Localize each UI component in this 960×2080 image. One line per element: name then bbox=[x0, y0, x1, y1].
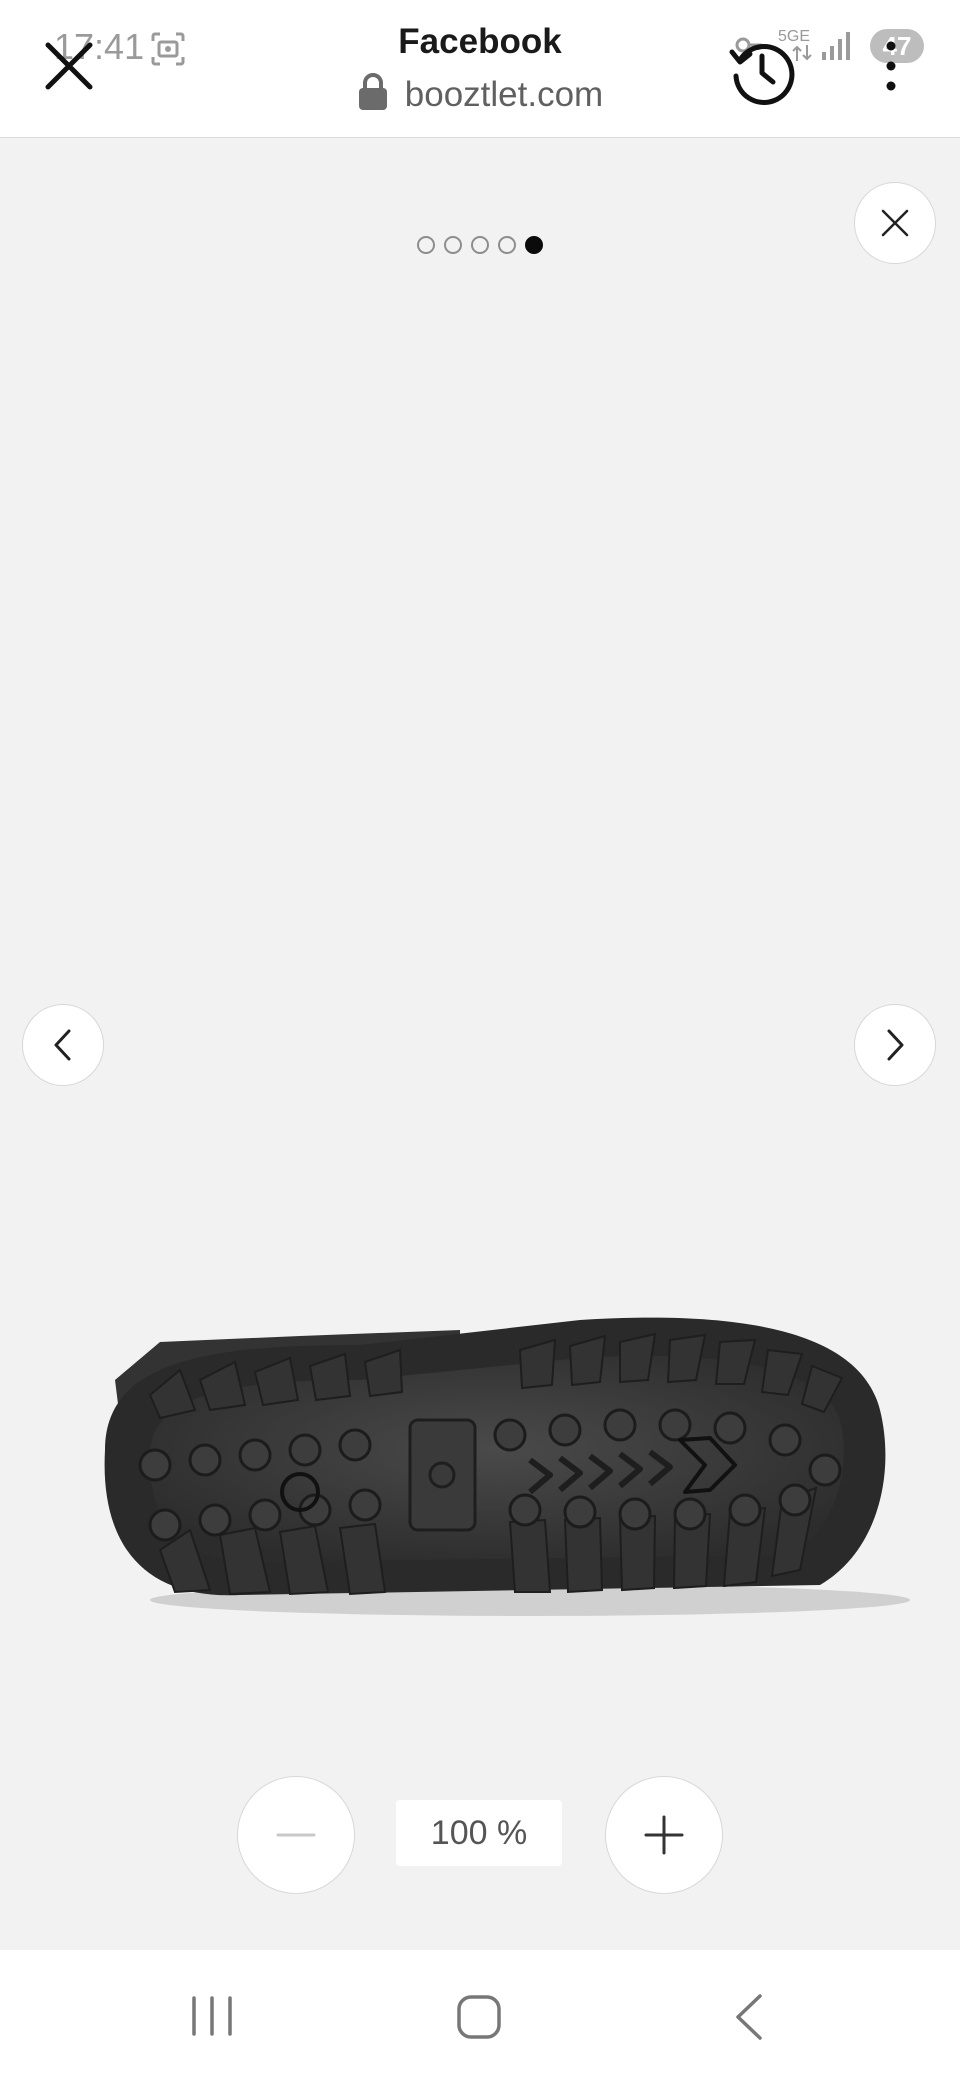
system-navigation-bar bbox=[0, 1950, 960, 2080]
home-icon[interactable] bbox=[456, 1994, 502, 2040]
url-bar[interactable]: booztlet.com bbox=[0, 72, 960, 115]
zoom-level-display: 100 % bbox=[396, 1800, 562, 1866]
pagination-dot-3[interactable] bbox=[471, 236, 489, 254]
plus-icon bbox=[644, 1815, 684, 1855]
more-vertical-icon[interactable] bbox=[874, 36, 908, 96]
zoom-level-text: 100 % bbox=[430, 1813, 528, 1852]
close-icon bbox=[881, 209, 909, 237]
signal-icon bbox=[822, 32, 850, 60]
zoom-in-button[interactable] bbox=[605, 1776, 723, 1894]
back-icon[interactable] bbox=[730, 1992, 766, 2042]
chevron-right-icon bbox=[887, 1029, 904, 1061]
chevron-left-icon bbox=[54, 1029, 71, 1061]
history-icon[interactable] bbox=[726, 36, 798, 108]
pagination-dot-4[interactable] bbox=[498, 236, 516, 254]
minus-icon bbox=[276, 1833, 316, 1837]
lock-icon bbox=[358, 73, 387, 110]
previous-image-button[interactable] bbox=[22, 1004, 104, 1086]
browser-top-bar: 17:41 5GE 47 Facebook booztlet.com bbox=[0, 0, 960, 138]
url-text: booztlet.com bbox=[404, 75, 604, 114]
pagination-dot-2[interactable] bbox=[444, 236, 462, 254]
product-image-boot-sole[interactable] bbox=[60, 1300, 920, 1640]
pagination-dot-5[interactable] bbox=[525, 236, 543, 254]
close-icon[interactable] bbox=[40, 37, 98, 95]
image-pagination-dots bbox=[0, 236, 960, 254]
pagination-dot-1[interactable] bbox=[417, 236, 435, 254]
screenshot-icon bbox=[151, 32, 185, 66]
recents-icon[interactable] bbox=[188, 1994, 236, 2038]
next-image-button[interactable] bbox=[854, 1004, 936, 1086]
zoom-out-button[interactable] bbox=[237, 1776, 355, 1894]
close-viewer-button[interactable] bbox=[854, 182, 936, 264]
